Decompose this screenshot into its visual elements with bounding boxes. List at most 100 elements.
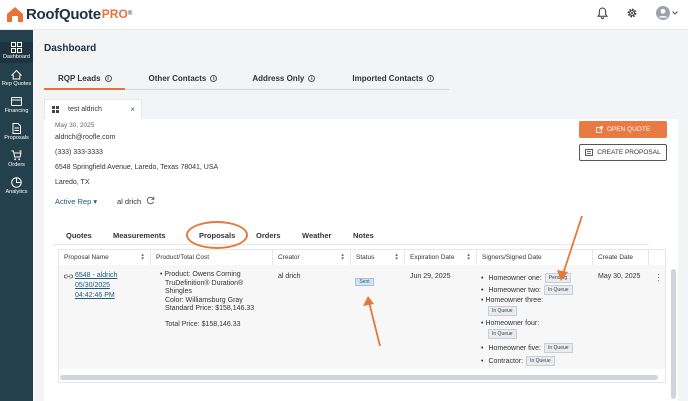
standard-price: Standard Price: $158,146.33 xyxy=(165,305,255,312)
logo-trademark: ® xyxy=(127,11,133,17)
proposal-name-link[interactable]: 6548 - aldrich 05/30/2025 04:42:46 PM xyxy=(75,271,117,301)
contact-phone: (333) 333-3333 xyxy=(55,149,103,156)
product-details: • Product: Owens Corning TruDefinition® … xyxy=(160,271,254,328)
create-proposal-button[interactable]: CREATE PROPOSAL xyxy=(579,144,667,161)
proposals-tab-highlight-circle xyxy=(186,221,248,249)
column-header-expiration-date[interactable]: Expiration Date ▴ ▾ xyxy=(405,250,477,265)
product-color: Color: Williamsburg Gray xyxy=(165,296,243,304)
info-icon[interactable]: i xyxy=(104,75,112,82)
link-icon xyxy=(64,274,73,279)
tab-label: Imported Contacts xyxy=(352,74,424,83)
refresh-icon[interactable] xyxy=(146,196,155,205)
header-label: Create Date xyxy=(598,254,634,261)
roofquote-logo[interactable]: RoofQuote PRO ® xyxy=(6,4,132,24)
sidebar-item-orders[interactable]: Orders xyxy=(0,150,33,171)
column-header-product[interactable]: Product/Total Cost xyxy=(151,250,273,265)
create-date: May 30, 2025 xyxy=(598,273,641,280)
tab-imported-contacts[interactable]: Imported Contacts i xyxy=(328,68,447,90)
sort-icon[interactable]: ▴ ▾ xyxy=(341,252,344,262)
financing-icon xyxy=(11,97,22,106)
sidebar-label: Financing xyxy=(4,108,29,114)
horizontal-scrollbar[interactable] xyxy=(60,375,658,380)
contact-email: aldrich@roofle.com xyxy=(55,134,116,141)
close-icon[interactable]: × xyxy=(130,105,135,114)
tab-address-only[interactable]: Address Only i xyxy=(230,68,328,90)
main-content: Dashboard RQP Leads i Other Contacts i A… xyxy=(33,30,688,401)
signer-name: Homeowner one: xyxy=(488,274,542,282)
lead-tabs: RQP Leads i Other Contacts i Address Onl… xyxy=(44,68,449,90)
column-header-creator[interactable]: Creator ▴ ▾ xyxy=(273,250,351,265)
signer-status-pill: Pending xyxy=(544,273,572,283)
header-label: Expiration Date xyxy=(410,254,455,261)
chevron-down-icon xyxy=(672,11,678,15)
open-quote-button[interactable]: OPEN QUOTE xyxy=(579,121,667,138)
contact-city: Laredo, TX xyxy=(55,179,90,186)
avatar-icon xyxy=(656,6,670,20)
signer-homeowner-two: • Homeowner two: In Queue xyxy=(481,285,573,295)
contact-date: May 30, 2025 xyxy=(55,122,95,129)
tab-orders[interactable]: Orders xyxy=(256,231,281,240)
product-line: • Product: Owens Corning xyxy=(160,271,241,278)
sidebar-item-proposals[interactable]: Proposals xyxy=(0,123,33,144)
proposals-icon xyxy=(12,123,21,134)
tab-rqp-leads[interactable]: RQP Leads i xyxy=(44,68,125,90)
contact-sub-tabs: Quotes Measurements Proposals Orders Wea… xyxy=(53,221,649,249)
sidebar-label: Dashboard xyxy=(3,54,30,60)
contact-address: 6548 Springfield Avenue, Laredo, Texas 7… xyxy=(55,164,219,171)
sort-icon[interactable]: ▴ ▾ xyxy=(141,252,144,262)
column-header-proposal-name[interactable]: Proposal Name ▴ ▾ xyxy=(59,250,151,265)
tab-other-contacts[interactable]: Other Contacts i xyxy=(125,68,231,90)
user-menu[interactable] xyxy=(656,6,678,20)
signer-name: Homeowner three: xyxy=(485,297,544,304)
product-name-3: Shingles xyxy=(165,288,192,295)
tab-weather[interactable]: Weather xyxy=(302,231,331,240)
tab-quotes[interactable]: Quotes xyxy=(66,231,92,240)
column-header-status[interactable]: Status ▴ ▾ xyxy=(351,250,405,265)
proposal-doc-icon xyxy=(585,149,594,156)
vertical-scrollbar[interactable] xyxy=(671,269,676,399)
sort-icon[interactable]: ▴ ▾ xyxy=(467,252,470,262)
more-actions-icon[interactable]: · · · xyxy=(657,270,660,285)
header-label: Product/Total Cost xyxy=(156,254,210,261)
tab-label: Address Only xyxy=(252,74,305,83)
active-rep-dropdown[interactable]: Active Rep ▾ xyxy=(55,197,97,206)
logo-pro: PRO xyxy=(101,7,128,21)
grid-icon xyxy=(52,106,59,113)
analytics-icon xyxy=(11,177,22,188)
bell-icon[interactable] xyxy=(597,7,608,19)
sidebar-item-analytics[interactable]: Analytics xyxy=(0,177,33,198)
external-link-icon xyxy=(595,126,603,133)
tab-label: Other Contacts xyxy=(148,74,207,83)
top-icons xyxy=(597,6,678,20)
info-icon[interactable]: i xyxy=(210,75,218,82)
tab-measurements[interactable]: Measurements xyxy=(113,231,166,240)
sidebar-item-rep-quotes[interactable]: Rep Quotes xyxy=(0,69,33,90)
signer-name: Homeowner four: xyxy=(485,320,540,327)
sidebar-label: Rep Quotes xyxy=(1,81,32,87)
proposal-time-line: 04:42:46 PM xyxy=(75,292,115,299)
column-header-create-date[interactable]: Create Date xyxy=(593,250,649,265)
contact-tab-test-aldrich[interactable]: test aldrich × xyxy=(44,99,142,119)
signer-name: Contractor: xyxy=(488,357,524,365)
signer-name: Homeowner two: xyxy=(488,286,541,294)
tab-notes[interactable]: Notes xyxy=(353,231,374,240)
sort-icon[interactable]: ▴ ▾ xyxy=(395,252,398,262)
gear-icon[interactable] xyxy=(626,7,638,19)
creator-name: al drich xyxy=(278,273,301,280)
header-label: Signers/Signed Date xyxy=(482,254,542,261)
signer-homeowner-four: • Homeowner four: In Queue xyxy=(481,320,540,339)
header-label: Status xyxy=(356,254,375,261)
tab-label: RQP Leads xyxy=(58,74,101,83)
header-label: Creator xyxy=(278,254,300,261)
sidebar-item-dashboard[interactable]: Dashboard xyxy=(0,42,33,63)
status-badge: Sent xyxy=(355,278,374,286)
info-icon[interactable]: i xyxy=(427,75,435,82)
sidebar-item-financing[interactable]: Financing xyxy=(0,96,33,117)
signer-status-pill: In Queue xyxy=(543,343,573,353)
column-header-signers[interactable]: Signers/Signed Date xyxy=(477,250,593,265)
signer-status-pill: In Queue xyxy=(543,285,573,295)
info-icon[interactable]: i xyxy=(308,75,316,82)
contact-card: May 30, 2025 aldrich@roofle.com (333) 33… xyxy=(44,119,678,401)
top-bar: RoofQuote PRO ® xyxy=(0,0,688,30)
sidebar: Dashboard Rep Quotes Financing Proposals… xyxy=(0,30,33,401)
